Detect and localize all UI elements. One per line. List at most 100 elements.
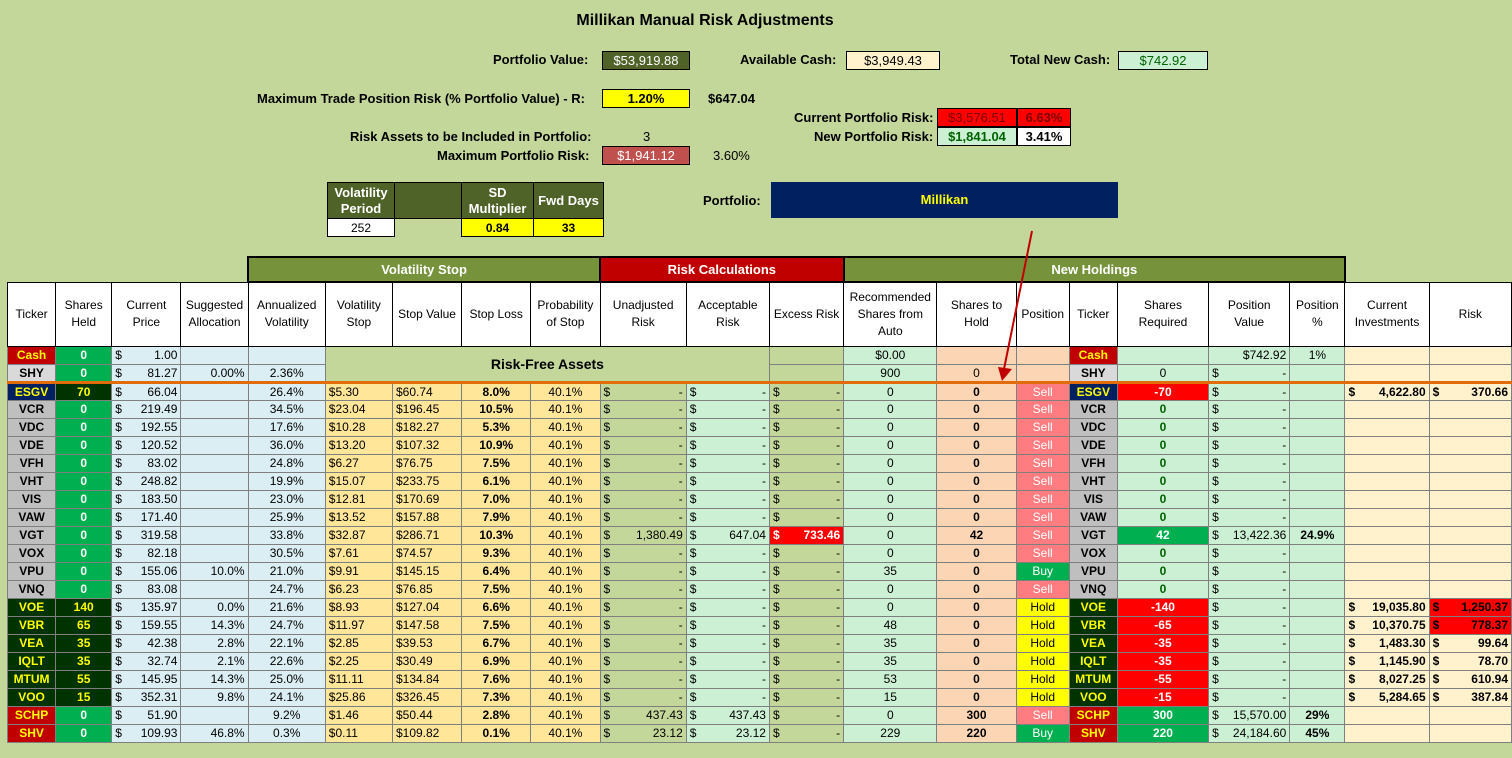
- position-cell[interactable]: Hold: [1015, 597, 1070, 617]
- stop-loss-cell[interactable]: 7.6%: [461, 669, 532, 689]
- stop-loss-cell[interactable]: 8.0%: [461, 380, 532, 401]
- risk-cell[interactable]: [1428, 471, 1512, 491]
- recommended-shares-cell[interactable]: 0: [843, 417, 938, 437]
- shares-to-hold-cell[interactable]: 0: [936, 669, 1017, 689]
- probability-of-stop-cell[interactable]: 40.1%: [530, 687, 601, 707]
- suggested-allocation-cell[interactable]: [180, 489, 249, 509]
- position-value-cell[interactable]: $ -: [1208, 579, 1291, 599]
- probability-of-stop-cell[interactable]: 40.1%: [530, 705, 601, 725]
- ticker-cell[interactable]: ESGV: [6, 380, 57, 401]
- stop-value-cell[interactable]: $182.27: [391, 417, 463, 437]
- position-pct-cell[interactable]: [1289, 507, 1346, 527]
- acceptable-risk-cell[interactable]: $ -: [685, 597, 770, 617]
- risk-cell[interactable]: [1428, 543, 1512, 563]
- column-header-position--18[interactable]: Position %: [1289, 281, 1346, 347]
- new-risk-pct-cell[interactable]: 3.41%: [1017, 127, 1071, 146]
- ticker-cell-2[interactable]: VHT: [1068, 471, 1118, 491]
- shares-required-cell[interactable]: 0: [1116, 507, 1210, 527]
- shares-to-hold-cell[interactable]: 0: [936, 543, 1017, 563]
- max-trade-risk-pct-cell[interactable]: 1.20%: [602, 89, 690, 108]
- suggested-allocation-cell[interactable]: [180, 525, 249, 545]
- stop-loss-cell[interactable]: 0.1%: [461, 723, 532, 743]
- column-header-unadjusted-risk-9[interactable]: Unadjusted Risk: [599, 281, 687, 347]
- suggested-allocation-cell[interactable]: 14.3%: [180, 615, 249, 635]
- position-pct-cell[interactable]: [1289, 380, 1346, 401]
- shares-required-cell[interactable]: 0: [1116, 489, 1210, 509]
- current-investments-cell[interactable]: [1344, 453, 1430, 473]
- annualized-volatility-cell[interactable]: 23.0%: [247, 489, 326, 509]
- probability-of-stop-cell[interactable]: 40.1%: [530, 651, 601, 671]
- probability-of-stop-cell[interactable]: 40.1%: [530, 543, 601, 563]
- current-investments-cell[interactable]: [1344, 723, 1430, 743]
- current-investments-cell[interactable]: [1344, 345, 1430, 365]
- recommended-shares-cell[interactable]: 35: [843, 561, 938, 581]
- unadjusted-risk-cell[interactable]: $ -: [599, 435, 687, 455]
- shares-held-cell[interactable]: 140: [55, 597, 113, 617]
- current-investments-cell[interactable]: $8,027.25: [1344, 669, 1430, 689]
- position-value-cell[interactable]: $ -: [1208, 489, 1291, 509]
- recommended-shares-cell[interactable]: 0: [843, 399, 938, 419]
- acceptable-risk-cell[interactable]: $ -: [685, 435, 770, 455]
- shares-held-cell[interactable]: 0: [55, 363, 113, 383]
- position-cell[interactable]: Sell: [1015, 705, 1070, 725]
- acceptable-risk-cell[interactable]: $437.43: [685, 705, 770, 725]
- volatility-stop-cell[interactable]: $25.86: [324, 687, 393, 707]
- acceptable-risk-cell[interactable]: $ -: [685, 687, 770, 707]
- ticker-cell-2[interactable]: VFH: [1068, 453, 1118, 473]
- position-pct-cell[interactable]: 1%: [1289, 345, 1346, 365]
- shares-held-cell[interactable]: 0: [55, 561, 113, 581]
- column-header-stop-loss-7[interactable]: Stop Loss: [461, 281, 532, 347]
- current-price-cell[interactable]: $83.02: [111, 453, 182, 473]
- position-value-cell[interactable]: $13,422.36: [1208, 525, 1291, 545]
- position-value-cell[interactable]: $ -: [1208, 435, 1291, 455]
- ticker-cell[interactable]: VOX: [6, 543, 57, 563]
- position-cell[interactable]: Buy: [1015, 723, 1070, 743]
- position-cell[interactable]: Hold: [1015, 633, 1070, 653]
- annualized-volatility-cell[interactable]: 25.0%: [247, 669, 326, 689]
- position-pct-cell[interactable]: 24.9%: [1289, 525, 1346, 545]
- unadjusted-risk-cell[interactable]: $ -: [599, 615, 687, 635]
- suggested-allocation-cell[interactable]: [180, 507, 249, 527]
- risk-cell[interactable]: [1428, 507, 1512, 527]
- risk-cell[interactable]: [1428, 561, 1512, 581]
- volatility-stop-cell[interactable]: $0.11: [324, 723, 393, 743]
- unadjusted-risk-cell[interactable]: $ -: [599, 561, 687, 581]
- unadjusted-risk-cell[interactable]: $ -: [599, 417, 687, 437]
- position-value-cell[interactable]: $ -: [1208, 687, 1291, 707]
- acceptable-risk-cell[interactable]: $ -: [685, 669, 770, 689]
- suggested-allocation-cell[interactable]: [180, 417, 249, 437]
- risk-cell[interactable]: $370.66: [1428, 380, 1512, 401]
- ticker-cell[interactable]: VDC: [6, 417, 57, 437]
- shares-to-hold-cell[interactable]: 0: [936, 417, 1017, 437]
- probability-of-stop-cell[interactable]: 40.1%: [530, 525, 601, 545]
- acceptable-risk-cell[interactable]: $ -: [685, 399, 770, 419]
- recommended-shares-cell[interactable]: 0: [843, 525, 938, 545]
- acceptable-risk-cell[interactable]: $ -: [685, 507, 770, 527]
- probability-of-stop-cell[interactable]: 40.1%: [530, 507, 601, 527]
- suggested-allocation-cell[interactable]: 46.8%: [180, 723, 249, 743]
- stop-value-cell[interactable]: $147.58: [391, 615, 463, 635]
- position-value-cell[interactable]: $ -: [1208, 453, 1291, 473]
- current-investments-cell[interactable]: $10,370.75: [1344, 615, 1430, 635]
- current-price-cell[interactable]: $1.00: [111, 345, 182, 365]
- current-investments-cell[interactable]: [1344, 471, 1430, 491]
- position-value-cell[interactable]: $ -: [1208, 363, 1291, 383]
- shares-required-cell[interactable]: -35: [1116, 651, 1210, 671]
- total-new-cash-cell[interactable]: $742.92: [1118, 51, 1208, 70]
- current-price-cell[interactable]: $171.40: [111, 507, 182, 527]
- ticker-cell-2[interactable]: VAW: [1068, 507, 1118, 527]
- position-value-cell[interactable]: $ -: [1208, 471, 1291, 491]
- unadjusted-risk-cell[interactable]: $ -: [599, 453, 687, 473]
- recommended-shares-cell[interactable]: 35: [843, 633, 938, 653]
- recommended-shares-cell[interactable]: 0: [843, 597, 938, 617]
- stop-value-cell[interactable]: $107.32: [391, 435, 463, 455]
- unadjusted-risk-cell[interactable]: $ -: [599, 651, 687, 671]
- volatility-stop-cell[interactable]: $2.25: [324, 651, 393, 671]
- current-price-cell[interactable]: $81.27: [111, 363, 182, 383]
- unadjusted-risk-cell[interactable]: $ -: [599, 380, 687, 401]
- shares-held-cell[interactable]: 35: [55, 651, 113, 671]
- stop-loss-cell[interactable]: 6.6%: [461, 597, 532, 617]
- shares-held-cell[interactable]: 35: [55, 633, 113, 653]
- shares-held-cell[interactable]: 0: [55, 543, 113, 563]
- volatility-stop-cell[interactable]: $23.04: [324, 399, 393, 419]
